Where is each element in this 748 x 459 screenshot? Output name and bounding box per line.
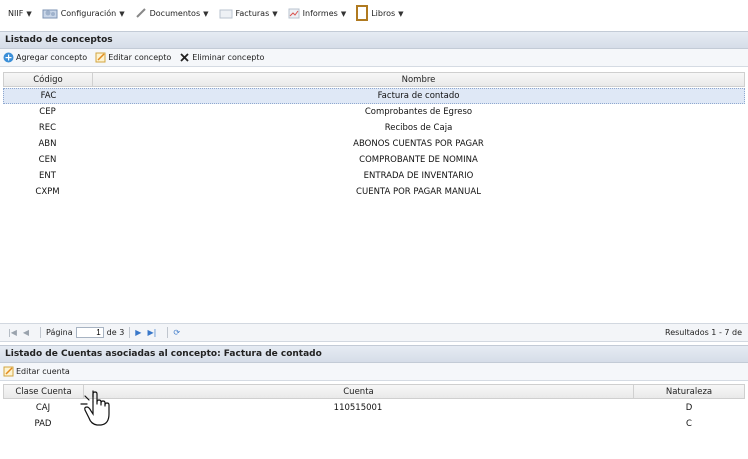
cell-nombre: CUENTA POR PAGAR MANUAL (356, 187, 481, 197)
results-count: Resultados 1 - 7 de (665, 328, 742, 337)
menu-informes[interactable]: Informes ▼ (288, 7, 347, 21)
menu-configuracion-label: Configuración (60, 9, 117, 18)
add-concepto-label: Agregar concepto (16, 53, 88, 62)
hand-pointer-icon (80, 390, 110, 426)
menubar: NIIF ▼ Configuración ▼ Documentos ▼ Factura… (0, 0, 748, 27)
caret-down-icon: ▼ (119, 9, 125, 18)
caret-down-icon: ▼ (398, 9, 404, 18)
cell-cuenta: 110515001 (333, 403, 383, 413)
refresh-icon[interactable]: ⟳ (173, 328, 180, 337)
cell-codigo: FAC (40, 91, 57, 101)
cell-naturaleza: D (685, 403, 693, 413)
cuentas-panel-title: Listado de Cuentas asociadas al concepto… (0, 345, 748, 363)
cuentas-title: Listado de Cuentas asociadas al concepto… (5, 349, 322, 359)
cell-naturaleza: C (686, 419, 692, 429)
pencil-icon (135, 7, 147, 21)
column-header-codigo[interactable]: Código (4, 73, 93, 86)
conceptos-pager: |◀ ◀ Página de 3 ▶ ▶| ⟳ Resultados 1 - 7… (0, 323, 748, 342)
chart-icon (288, 7, 300, 21)
cell-codigo: ABN (38, 139, 57, 149)
caret-down-icon: ▼ (26, 9, 32, 18)
menu-niif-label: NIIF (8, 9, 24, 18)
table-row[interactable]: CEP Comprobantes de Egreso (3, 104, 745, 120)
edit-cuenta-button[interactable]: Editar cuenta (3, 366, 70, 377)
delete-concepto-button[interactable]: Eliminar concepto (179, 52, 264, 63)
page-number-input[interactable] (75, 327, 104, 338)
menu-documentos[interactable]: Documentos ▼ (135, 7, 209, 21)
page-label: Página (46, 328, 73, 337)
cell-cuenta (83, 416, 633, 432)
cell-codigo: CEP (39, 107, 56, 117)
menu-facturas-label: Facturas (235, 9, 270, 18)
cell-codigo: CXPM (35, 187, 60, 197)
edit-concepto-button[interactable]: Editar concepto (95, 52, 171, 63)
delete-icon (180, 53, 189, 62)
conceptos-title: Listado de conceptos (5, 35, 113, 45)
edit-concepto-label: Editar concepto (108, 53, 172, 62)
menu-informes-label: Informes (302, 9, 338, 18)
pager-separator (40, 327, 42, 338)
menu-configuracion[interactable]: Configuración ▼ (42, 7, 125, 21)
cell-clase: PAD (34, 419, 52, 429)
menu-documentos-label: Documentos (149, 9, 201, 18)
edit-icon (3, 366, 14, 377)
table-row[interactable]: FAC Factura de contado (3, 88, 745, 104)
edit-icon (95, 52, 106, 63)
menu-niif[interactable]: NIIF ▼ (8, 9, 32, 18)
cell-nombre: ENTRADA DE INVENTARIO (363, 171, 474, 181)
column-header-cuenta[interactable]: Cuenta (84, 385, 634, 398)
menu-facturas[interactable]: Facturas ▼ (219, 7, 278, 21)
table-row[interactable]: CEN COMPROBANTE DE NOMINA (3, 152, 745, 168)
page-of-label: de 3 (106, 328, 125, 337)
table-row[interactable]: REC Recibos de Caja (3, 120, 745, 136)
table-row[interactable]: ABN ABONOS CUENTAS POR PAGAR (3, 136, 745, 152)
config-icon (42, 7, 58, 21)
cell-nombre: ABONOS CUENTAS POR PAGAR (353, 139, 484, 149)
last-page-icon[interactable]: ▶| (147, 328, 156, 337)
book-icon (356, 4, 369, 23)
caret-down-icon: ▼ (340, 9, 347, 18)
cell-codigo: CEN (38, 155, 57, 165)
add-icon (3, 52, 14, 63)
prev-page-icon[interactable]: ◀ (23, 328, 29, 337)
conceptos-grid-body: FAC Factura de contado CEP Comprobantes … (3, 88, 745, 200)
cell-nombre: Factura de contado (377, 91, 460, 101)
conceptos-grid-header: Código Nombre (3, 72, 745, 87)
pager-separator (129, 327, 131, 338)
cell-clase: CAJ (35, 403, 51, 413)
caret-down-icon: ▼ (203, 9, 209, 18)
table-row[interactable]: CXPM CUENTA POR PAGAR MANUAL (3, 184, 745, 200)
cell-nombre: COMPROBANTE DE NOMINA (359, 155, 478, 165)
column-header-naturaleza[interactable]: Naturaleza (634, 385, 744, 398)
column-header-clase[interactable]: Clase Cuenta (4, 385, 84, 398)
first-page-icon[interactable]: |◀ (8, 328, 17, 337)
cell-nombre: Recibos de Caja (384, 123, 453, 133)
invoice-icon (219, 7, 233, 21)
delete-concepto-label: Eliminar concepto (192, 53, 265, 62)
add-concepto-button[interactable]: Agregar concepto (3, 52, 87, 63)
menu-libros[interactable]: Libros ▼ (356, 4, 404, 23)
column-header-nombre[interactable]: Nombre (93, 73, 744, 86)
next-page-icon[interactable]: ▶ (135, 328, 141, 337)
cuentas-toolbar: Editar cuenta (0, 363, 748, 381)
edit-cuenta-label: Editar cuenta (16, 367, 70, 376)
cell-codigo: REC (38, 123, 57, 133)
conceptos-toolbar: Agregar concepto Editar concepto Elimina… (0, 49, 748, 67)
cell-nombre: Comprobantes de Egreso (364, 107, 473, 117)
pager-separator (167, 327, 169, 338)
table-row[interactable]: ENT ENTRADA DE INVENTARIO (3, 168, 745, 184)
menu-libros-label: Libros (371, 9, 396, 18)
caret-down-icon: ▼ (272, 9, 278, 18)
conceptos-panel-title: Listado de conceptos (0, 31, 748, 49)
cell-codigo: ENT (39, 171, 56, 181)
